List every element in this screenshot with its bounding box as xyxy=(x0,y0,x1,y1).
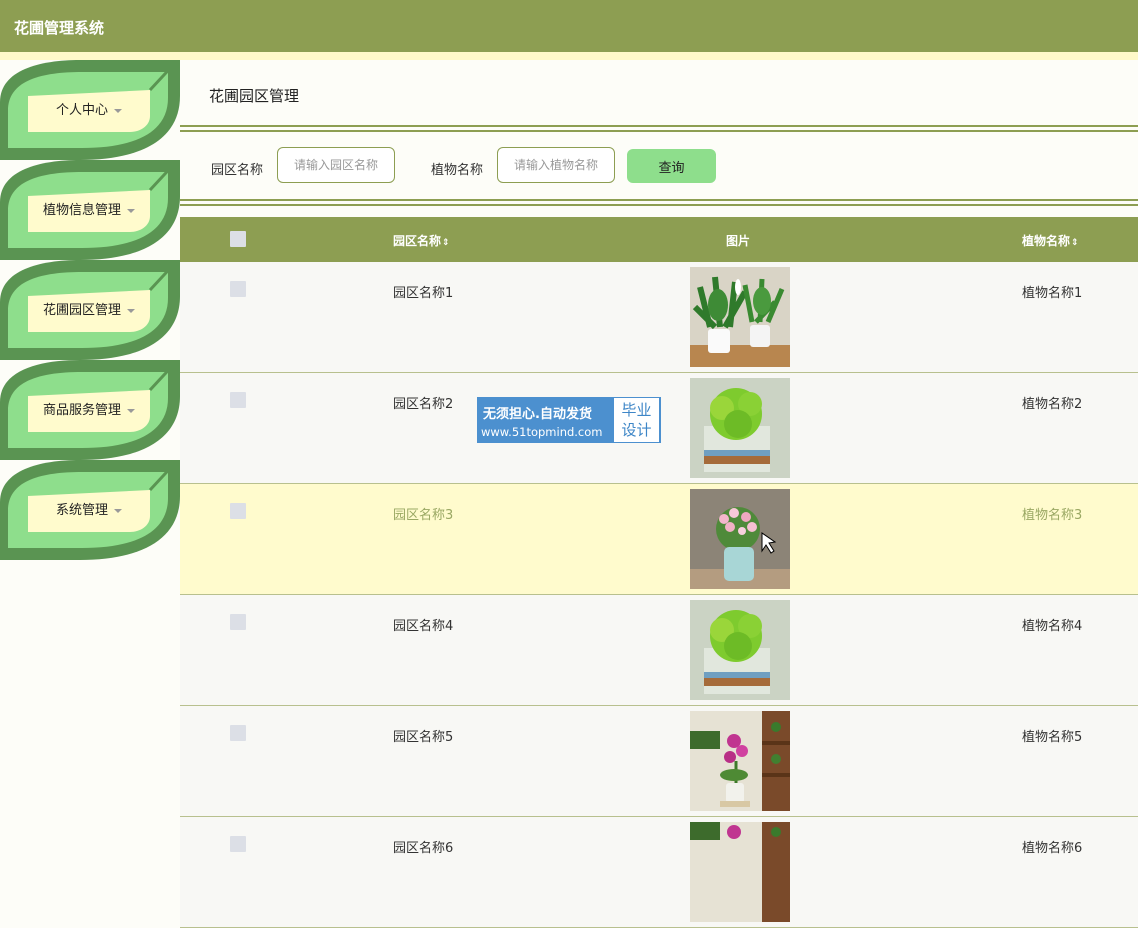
area-name-cell: 园区名称4 xyxy=(393,619,454,634)
table-row[interactable]: 园区名称5 植物名称5 xyxy=(180,706,1138,817)
sidebar-item-label: 花圃园区管理 xyxy=(42,303,121,318)
row-checkbox[interactable] xyxy=(230,614,246,630)
watermark-badge: 毕业 设计 xyxy=(614,398,659,442)
area-name-cell: 园区名称2 xyxy=(393,397,454,412)
divider xyxy=(180,199,1138,206)
page-title: 花圃园区管理 xyxy=(209,87,300,105)
sidebar-item-label: 个人中心 xyxy=(55,103,108,118)
sidebar-item-plant-info[interactable]: 植物信息管理 xyxy=(0,160,180,260)
divider xyxy=(180,125,1138,132)
table-header: 园区名称⇕ 图片 植物名称⇕ xyxy=(180,217,1138,262)
area-name-label: 园区名称 xyxy=(211,163,264,178)
app-title: 花圃管理系统 xyxy=(14,19,105,37)
table-row[interactable]: 园区名称1 植物名称1 xyxy=(180,262,1138,373)
plant-name-cell: 植物名称2 xyxy=(1022,397,1083,412)
sidebar: 个人中心 植物信息管理 花圃园区管理 商品服务管理 系统管理 xyxy=(0,60,180,842)
row-checkbox[interactable] xyxy=(230,725,246,741)
row-checkbox[interactable] xyxy=(230,392,246,408)
sidebar-item-label: 商品服务管理 xyxy=(42,403,121,418)
column-header-area[interactable]: 园区名称⇕ xyxy=(393,232,450,249)
plant-image xyxy=(690,822,790,922)
query-button[interactable]: 查询 xyxy=(627,149,716,183)
plant-image xyxy=(690,378,790,478)
column-header-image: 图片 xyxy=(726,234,751,248)
area-name-input[interactable] xyxy=(277,147,395,183)
plant-image xyxy=(690,600,790,700)
plant-name-cell: 植物名称4 xyxy=(1022,619,1083,634)
select-all-checkbox[interactable] xyxy=(230,231,246,247)
plant-image xyxy=(690,489,790,589)
sidebar-item-goods-service[interactable]: 商品服务管理 xyxy=(0,360,180,460)
plant-name-input[interactable] xyxy=(497,147,615,183)
plant-image xyxy=(690,267,790,367)
row-checkbox[interactable] xyxy=(230,281,246,297)
caret-down-icon xyxy=(127,208,135,213)
caret-down-icon xyxy=(127,408,135,413)
row-checkbox[interactable] xyxy=(230,836,246,852)
watermark-url: www.51topmind.com xyxy=(481,425,603,439)
table-row[interactable]: 园区名称6 植物名称6 xyxy=(180,817,1138,928)
area-name-cell: 园区名称5 xyxy=(393,730,454,745)
top-bar-strip xyxy=(0,52,1138,60)
sidebar-item-personal-center[interactable]: 个人中心 xyxy=(0,60,180,160)
table-row[interactable]: 园区名称3 植物名称3 xyxy=(180,484,1138,595)
area-name-cell: 园区名称3 xyxy=(393,508,454,523)
sidebar-item-system[interactable]: 系统管理 xyxy=(0,460,180,560)
caret-down-icon xyxy=(114,508,122,513)
sidebar-item-label: 系统管理 xyxy=(55,503,108,518)
data-table: 园区名称⇕ 图片 植物名称⇕ 园区名称1 植物名称1 园区名称2 植物名称2 园… xyxy=(180,217,1138,928)
area-name-cell: 园区名称6 xyxy=(393,841,454,856)
area-name-cell: 园区名称1 xyxy=(393,286,454,301)
top-bar: 花圃管理系统 xyxy=(0,0,1138,52)
table-row[interactable]: 园区名称4 植物名称4 xyxy=(180,595,1138,706)
plant-name-label: 植物名称 xyxy=(431,163,484,178)
row-checkbox[interactable] xyxy=(230,503,246,519)
sort-icon: ⇕ xyxy=(1071,238,1079,248)
plant-name-cell: 植物名称3 xyxy=(1022,508,1083,523)
column-header-plant[interactable]: 植物名称⇕ xyxy=(1022,232,1079,249)
plant-image xyxy=(690,711,790,811)
watermark-banner: 无须担心.自动发货 www.51topmind.com 毕业 设计 xyxy=(477,397,661,443)
sort-icon: ⇕ xyxy=(442,238,450,248)
main-content: 花圃园区管理 园区名称 植物名称 查询 园区名称⇕ 图片 植物名称⇕ 园区名称1 xyxy=(180,60,1138,928)
plant-name-cell: 植物名称6 xyxy=(1022,841,1083,856)
sidebar-item-garden-area[interactable]: 花圃园区管理 xyxy=(0,260,180,360)
caret-down-icon xyxy=(127,308,135,313)
watermark-slogan: 无须担心.自动发货 xyxy=(483,407,592,422)
caret-down-icon xyxy=(114,108,122,113)
plant-name-cell: 植物名称5 xyxy=(1022,730,1083,745)
sidebar-item-label: 植物信息管理 xyxy=(42,203,121,218)
plant-name-cell: 植物名称1 xyxy=(1022,286,1083,301)
